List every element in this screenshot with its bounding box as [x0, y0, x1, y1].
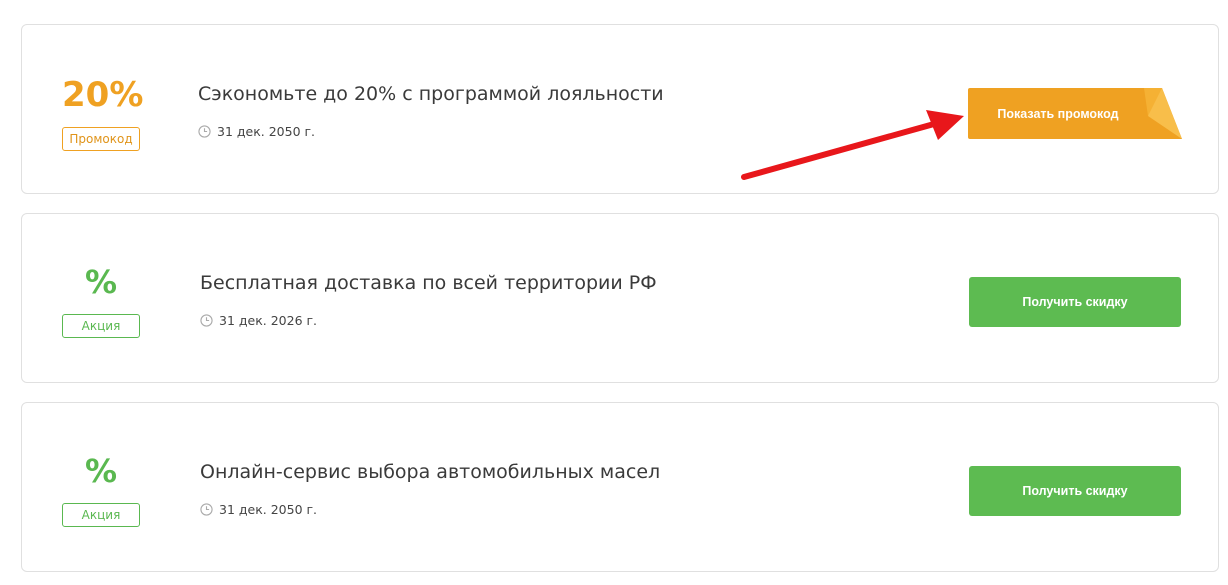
expiry-date: 31 дек. 2026 г.	[219, 313, 318, 328]
offer-badge: 20% Промокод	[62, 25, 144, 193]
get-discount-button[interactable]: Получить скидку	[969, 277, 1181, 327]
get-discount-button[interactable]: Получить скидку	[969, 466, 1181, 516]
offer-title[interactable]: Сэкономьте до 20% с программой лояльност…	[198, 83, 664, 105]
annotation-arrow-icon	[741, 110, 964, 180]
clock-icon	[200, 314, 213, 327]
offer-title[interactable]: Бесплатная доставка по всей территории Р…	[200, 272, 657, 294]
expiry-date: 31 дек. 2050 г.	[217, 124, 316, 139]
discount-value: %	[84, 452, 118, 490]
offer-card-delivery: % Акция Бесплатная доставка по всей терр…	[21, 213, 1219, 383]
offer-card-oil-service: % Акция Онлайн-сервис выбора автомобильн…	[21, 402, 1219, 572]
clock-icon	[200, 503, 213, 516]
discount-value: 20%	[62, 75, 144, 115]
show-promocode-label[interactable]: Показать промокод	[968, 88, 1148, 139]
offer-expiry: 31 дек. 2050 г.	[198, 124, 315, 139]
offer-badge: % Акция	[62, 214, 140, 382]
offer-type-tag: Акция	[62, 314, 140, 338]
offer-expiry: 31 дек. 2026 г.	[200, 313, 317, 328]
offer-type-tag: Промокод	[62, 127, 140, 151]
show-promocode-button[interactable]: Показать промокод	[968, 88, 1182, 139]
offer-badge: % Акция	[62, 403, 140, 571]
discount-value: %	[84, 263, 118, 301]
expiry-date: 31 дек. 2050 г.	[219, 502, 318, 517]
offer-type-tag: Акция	[62, 503, 140, 527]
clock-icon	[198, 125, 211, 138]
offer-expiry: 31 дек. 2050 г.	[200, 502, 317, 517]
offer-title[interactable]: Онлайн-сервис выбора автомобильных масел	[200, 461, 660, 483]
offer-card-loyalty: 20% Промокод Сэкономьте до 20% с програм…	[21, 24, 1219, 194]
